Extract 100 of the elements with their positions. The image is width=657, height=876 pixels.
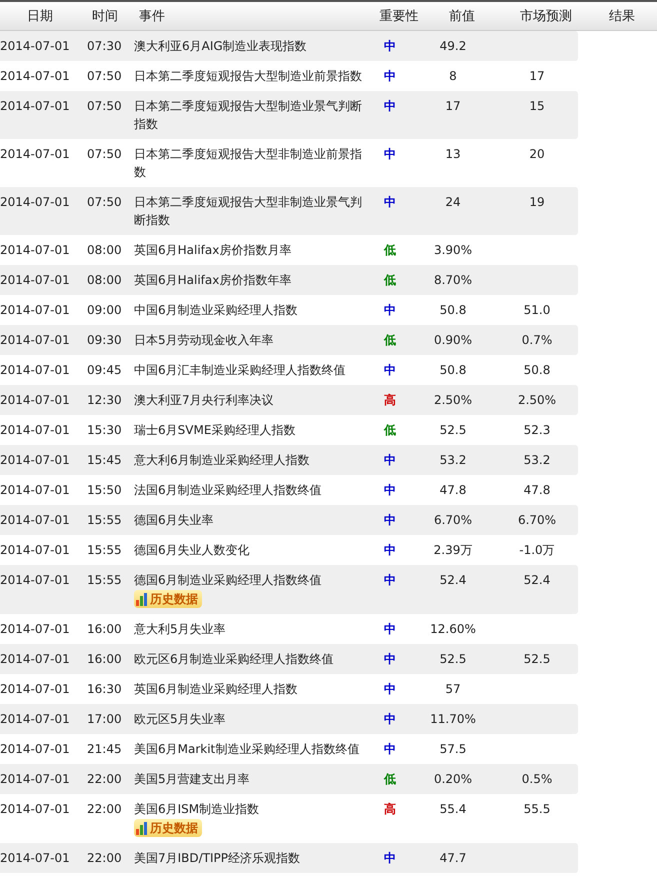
date-cell: 2014-07-01 <box>0 652 70 666</box>
previous-cell: 49.2 <box>440 39 466 53</box>
time-cell: 15:55 <box>87 543 122 557</box>
previous-cell: 50.8 <box>440 363 466 377</box>
importance-cell: 中 <box>384 453 396 467</box>
forecast-cell: 2.50% <box>518 393 556 407</box>
importance-cell: 中 <box>384 147 396 161</box>
event-cell-text: 美国6月Markit制造业采购经理人指数终值 <box>134 741 360 758</box>
previous-cell: 0.20% <box>434 772 472 786</box>
previous-cell: 55.4 <box>440 802 466 816</box>
date-cell: 2014-07-01 <box>0 243 70 257</box>
column-header: 重要性 <box>380 8 418 25</box>
importance-cell: 中 <box>384 543 396 557</box>
history-data-button[interactable]: 历史数据 <box>134 590 202 608</box>
previous-cell: 57 <box>445 682 461 696</box>
event-cell-text: 意大利6月制造业采购经理人指数 <box>134 452 310 469</box>
importance-cell: 中 <box>384 99 396 113</box>
forecast-cell: 0.7% <box>522 333 552 347</box>
importance-cell: 中 <box>384 69 396 83</box>
time-cell: 09:45 <box>87 363 122 377</box>
forecast-cell: 6.70% <box>518 513 556 527</box>
bar-chart-icon <box>136 822 148 834</box>
date-cell: 2014-07-01 <box>0 147 70 161</box>
forecast-cell: 51.0 <box>524 303 550 317</box>
date-cell: 2014-07-01 <box>0 273 70 287</box>
date-cell: 2014-07-01 <box>0 303 70 317</box>
time-cell: 16:00 <box>87 652 122 666</box>
date-cell: 2014-07-01 <box>0 363 70 377</box>
importance-cell: 中 <box>384 303 396 317</box>
time-cell: 15:45 <box>87 453 122 467</box>
importance-cell: 中 <box>384 39 396 53</box>
time-cell: 12:30 <box>87 393 122 407</box>
date-cell: 2014-07-01 <box>0 513 70 527</box>
date-cell: 2014-07-01 <box>0 69 70 83</box>
date-cell: 2014-07-01 <box>0 333 70 347</box>
column-header: 日期 <box>27 8 53 25</box>
date-cell: 2014-07-01 <box>0 742 70 756</box>
previous-cell: 11.70% <box>430 712 476 726</box>
event-cell-text: 德国6月失业人数变化 <box>134 542 250 559</box>
previous-cell: 47.7 <box>440 851 466 865</box>
event-cell-text: 法国6月制造业采购经理人指数终值 <box>134 482 322 499</box>
importance-cell: 中 <box>384 195 396 209</box>
time-cell: 15:55 <box>87 573 122 587</box>
previous-cell: 52.4 <box>440 573 466 587</box>
time-cell: 16:00 <box>87 622 122 636</box>
event-cell-text: 中国6月汇丰制造业采购经理人指数终值 <box>134 362 346 379</box>
previous-cell: 57.5 <box>440 742 466 756</box>
time-cell: 08:00 <box>87 243 122 257</box>
event-cell-text: 中国6月制造业采购经理人指数 <box>134 302 298 319</box>
date-cell: 2014-07-01 <box>0 453 70 467</box>
importance-cell: 中 <box>384 652 396 666</box>
time-cell: 09:30 <box>87 333 122 347</box>
history-data-button[interactable]: 历史数据 <box>134 819 202 837</box>
importance-cell: 中 <box>384 851 396 865</box>
date-cell: 2014-07-01 <box>0 99 70 113</box>
date-cell: 2014-07-01 <box>0 712 70 726</box>
importance-cell: 高 <box>384 802 396 816</box>
time-cell: 15:55 <box>87 513 122 527</box>
previous-cell: 3.90% <box>434 243 472 257</box>
previous-cell: 8 <box>449 69 457 83</box>
time-cell: 15:30 <box>87 423 122 437</box>
column-header: 事件 <box>139 9 165 24</box>
event-cell-text: 日本第二季度短观报告大型制造业前景指数 <box>134 68 362 85</box>
time-cell: 22:00 <box>87 772 122 786</box>
previous-cell: 0.90% <box>434 333 472 347</box>
date-cell: 2014-07-01 <box>0 423 70 437</box>
time-cell: 15:50 <box>87 483 122 497</box>
previous-cell: 2.39万 <box>434 543 472 557</box>
previous-cell: 2.50% <box>434 393 472 407</box>
date-cell: 2014-07-01 <box>0 393 70 407</box>
forecast-cell: 52.5 <box>524 652 550 666</box>
time-cell: 07:50 <box>87 147 122 161</box>
previous-cell: 52.5 <box>440 652 466 666</box>
forecast-cell: 52.4 <box>524 573 550 587</box>
forecast-cell: -1.0万 <box>519 543 555 557</box>
previous-cell: 8.70% <box>434 273 472 287</box>
previous-cell: 24 <box>445 195 461 209</box>
column-header: 时间 <box>92 8 118 25</box>
time-cell: 22:00 <box>87 802 122 816</box>
event-cell-text: 日本第二季度短观报告大型非制造业前景指数 <box>134 146 363 181</box>
importance-cell: 高 <box>384 393 396 407</box>
forecast-cell: 47.8 <box>524 483 550 497</box>
time-cell: 07:50 <box>87 69 122 83</box>
previous-cell: 53.2 <box>440 453 466 467</box>
date-cell: 2014-07-01 <box>0 772 70 786</box>
importance-cell: 中 <box>384 483 396 497</box>
forecast-cell: 19 <box>529 195 545 209</box>
event-cell-text: 德国6月失业率 <box>134 512 214 529</box>
date-cell: 2014-07-01 <box>0 573 70 587</box>
previous-cell: 50.8 <box>440 303 466 317</box>
time-cell: 07:30 <box>87 39 122 53</box>
importance-cell: 中 <box>384 513 396 527</box>
date-cell: 2014-07-01 <box>0 543 70 557</box>
importance-cell: 低 <box>384 243 396 257</box>
event-cell-text: 英国6月Halifax房价指数年率 <box>134 272 292 289</box>
event-cell-text: 澳大利亚6月AIG制造业表现指数 <box>134 38 307 55</box>
importance-cell: 中 <box>384 363 396 377</box>
importance-cell: 低 <box>384 273 396 287</box>
importance-cell: 中 <box>384 742 396 756</box>
forecast-cell: 0.5% <box>522 772 552 786</box>
